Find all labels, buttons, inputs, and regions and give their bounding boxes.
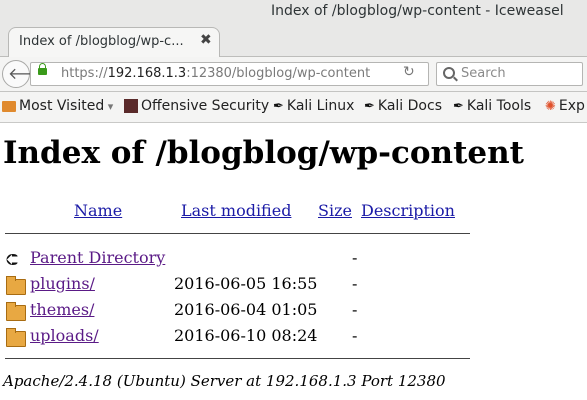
bookmark-label: Exp (558, 98, 585, 114)
window-titlebar: Index of /blogblog/wp-content - Icewease… (0, 0, 587, 24)
tab-label: Index of /blogblog/wp-c... (19, 34, 184, 49)
divider (5, 358, 470, 359)
table-row: themes/ 2016-06-04 01:05 - (4, 300, 474, 322)
column-header-description[interactable]: Description (361, 201, 455, 220)
navigation-bar: 🡐 https://192.168.1.3:12380/blogblog/wp-… (0, 57, 587, 92)
bookmark-most-visited[interactable]: Most Visited ▾ (2, 98, 113, 114)
tab-strip: Index of /blogblog/wp-c... ✖ + (0, 24, 587, 73)
bookmark-label: Kali Tools (466, 98, 532, 114)
url-path: :12380/blogblog/wp-content (186, 66, 371, 81)
row-link[interactable]: plugins/ (30, 274, 95, 293)
url-text: https://192.168.1.3:12380/blogblog/wp-co… (61, 66, 370, 81)
tab-active[interactable]: Index of /blogblog/wp-c... ✖ (8, 27, 220, 57)
window-title: Index of /blogblog/wp-content - Icewease… (271, 3, 564, 19)
divider (5, 233, 470, 234)
search-input[interactable]: Search (436, 62, 583, 86)
bookmark-label: Kali Docs (377, 98, 442, 114)
chevron-down-icon: ▾ (104, 100, 114, 113)
search-placeholder: Search (461, 66, 506, 81)
bookmarks-toolbar: Most Visited ▾ Offensive Security ✒ Kali … (0, 92, 587, 123)
kali-dragon-icon: ✒ (364, 98, 375, 114)
bookmark-exploit-db[interactable]: ✺ Exp (545, 98, 585, 114)
row-link[interactable]: uploads/ (30, 326, 99, 345)
bookmark-label: Offensive Security (141, 98, 270, 114)
row-size: - (352, 248, 358, 267)
table-row: ⮈ Parent Directory - (4, 248, 474, 270)
row-size: - (352, 326, 358, 345)
kali-dragon-icon: ✒ (273, 98, 284, 114)
folder-icon (6, 328, 26, 347)
tab-close-icon[interactable]: ✖ (200, 32, 212, 48)
kali-dragon-icon: ✒ (453, 98, 464, 114)
bookmark-kali-tools[interactable]: ✒ Kali Tools (453, 98, 531, 114)
row-modified: 2016-06-04 01:05 (174, 300, 318, 319)
folder-icon (6, 276, 26, 295)
row-modified: 2016-06-05 16:55 (174, 274, 318, 293)
row-modified: 2016-06-10 08:24 (174, 326, 318, 345)
bookmark-offensive-security[interactable]: Offensive Security (124, 98, 269, 114)
table-row: plugins/ 2016-06-05 16:55 - (4, 274, 474, 296)
url-host: 192.168.1.3 (107, 66, 187, 81)
url-bar[interactable]: https://192.168.1.3:12380/blogblog/wp-co… (30, 62, 429, 86)
column-header-size[interactable]: Size (318, 201, 352, 220)
search-icon (443, 67, 455, 79)
bookmark-label: Most Visited (19, 98, 105, 114)
row-link[interactable]: themes/ (30, 300, 94, 319)
table-row: uploads/ 2016-06-10 08:24 - (4, 326, 474, 348)
offsec-icon (124, 99, 138, 113)
column-header-name[interactable]: Name (74, 201, 122, 220)
page-title: Index of /blogblog/wp-content (3, 135, 524, 171)
reload-icon[interactable]: ↻ (403, 64, 415, 80)
bookmark-kali-docs[interactable]: ✒ Kali Docs (364, 98, 442, 114)
back-arrow-icon: ⮈ (6, 250, 19, 269)
bookmark-label: Kali Linux (286, 98, 355, 114)
folder-icon (6, 302, 26, 321)
lock-icon (38, 63, 47, 75)
server-signature: Apache/2.4.18 (Ubuntu) Server at 192.168… (3, 372, 446, 390)
row-size: - (352, 274, 358, 293)
folder-icon (2, 100, 16, 112)
column-header-last-modified[interactable]: Last modified (181, 201, 291, 220)
row-size: - (352, 300, 358, 319)
row-link[interactable]: Parent Directory (30, 248, 165, 267)
url-scheme: https:// (61, 66, 108, 81)
back-button[interactable]: 🡐 (2, 60, 51, 88)
bookmark-kali-linux[interactable]: ✒ Kali Linux (273, 98, 354, 114)
exploit-db-icon: ✺ (545, 98, 556, 114)
